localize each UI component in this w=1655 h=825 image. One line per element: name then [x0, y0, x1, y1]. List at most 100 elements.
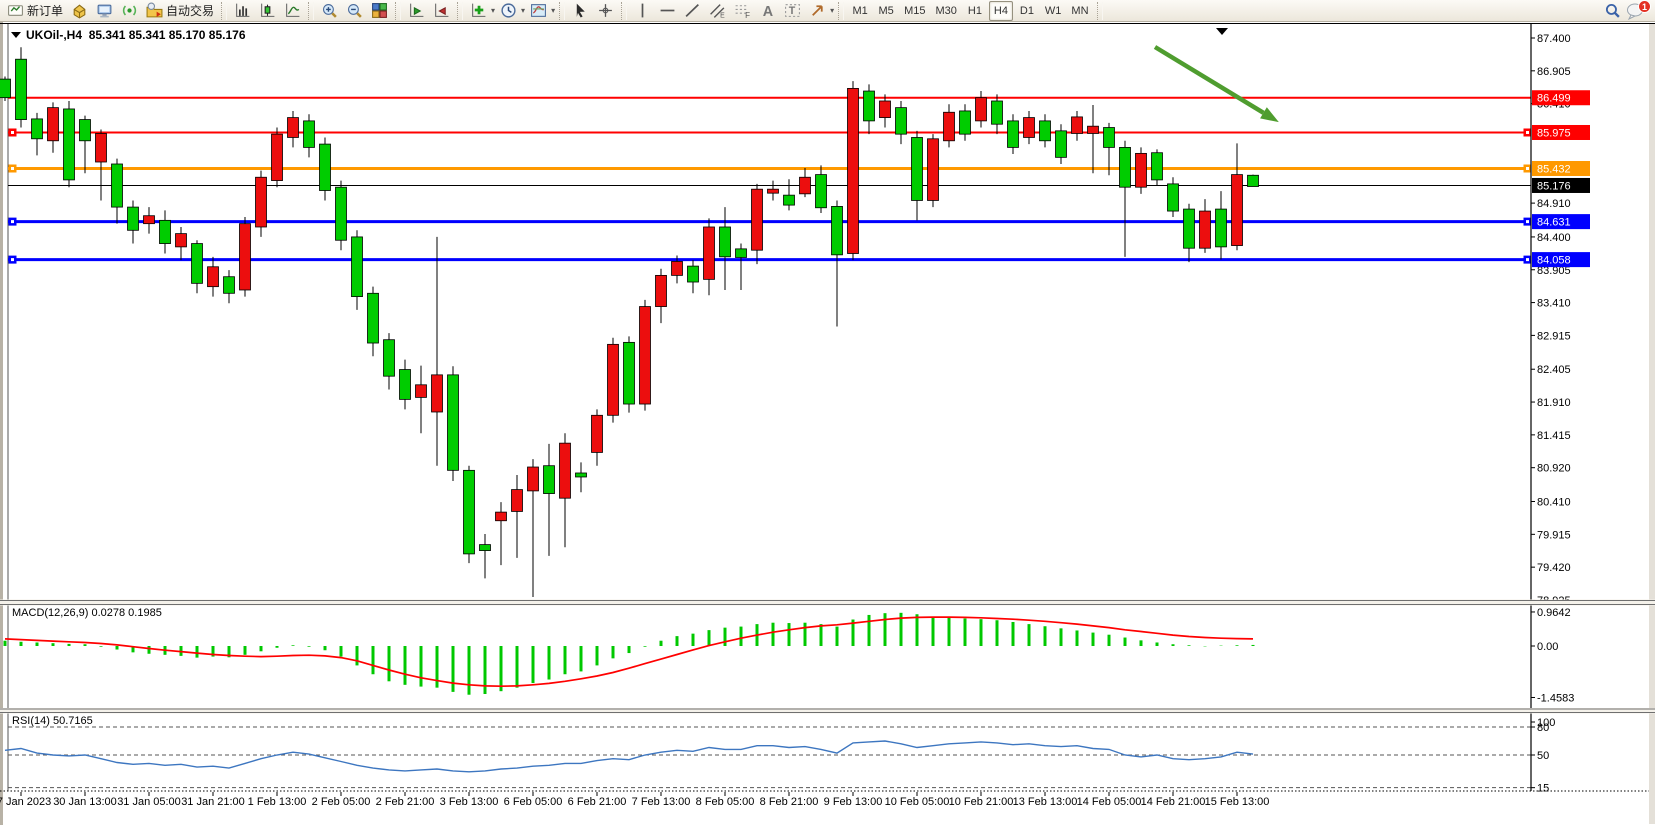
time-axis-label: 10 Feb 05:00	[885, 796, 950, 808]
new-order-button[interactable]: 新订单	[4, 1, 66, 21]
candle-body	[1136, 153, 1147, 187]
timeframe-w1-button[interactable]: W1	[1041, 1, 1066, 21]
candle-body	[1200, 211, 1211, 248]
candle-body	[256, 177, 267, 227]
toolbar-separator	[838, 2, 844, 20]
candle-body	[448, 375, 459, 470]
candle-body	[304, 121, 315, 148]
timeframe-h1-button[interactable]: H1	[963, 1, 987, 21]
candle-body	[1152, 153, 1163, 180]
periods-icon	[500, 2, 517, 19]
price-badge-label: 84.058	[1537, 255, 1571, 267]
tile-windows-button[interactable]	[368, 1, 391, 21]
templates-button-dropdown-icon[interactable]: ▾	[551, 6, 555, 15]
candle-body	[192, 244, 203, 284]
fibonacci-button[interactable]: F	[731, 1, 754, 21]
text-label-button[interactable]: T	[781, 1, 804, 21]
candle-body	[960, 111, 971, 134]
rsi-axis-label: 80	[1537, 722, 1549, 734]
chat-icon[interactable]: 1	[1625, 1, 1649, 21]
templates-button[interactable]	[527, 1, 550, 21]
search-icon[interactable]	[1601, 1, 1624, 21]
timeframe-h4-button[interactable]: H4	[989, 1, 1013, 21]
candle-body	[128, 207, 139, 230]
candle-body	[528, 467, 539, 491]
timeframe-m5-button[interactable]: M5	[874, 1, 898, 21]
market-watch-icon[interactable]	[68, 1, 91, 21]
candle-body	[928, 139, 939, 201]
candle-body	[1168, 184, 1179, 211]
price-tick-label: 81.910	[1537, 397, 1571, 409]
candle-body	[1120, 147, 1131, 187]
auto-scroll-button[interactable]	[405, 1, 428, 21]
candle-body	[912, 137, 923, 200]
zoom-in-button[interactable]	[318, 1, 341, 21]
bar-chart-button[interactable]	[231, 1, 254, 21]
arrows-button[interactable]	[806, 1, 829, 21]
candle-body	[656, 275, 667, 306]
indicators-button-dropdown-icon[interactable]: ▾	[491, 6, 495, 15]
chart-shift-button[interactable]	[430, 1, 453, 21]
chart-window[interactable]: 87.40086.90586.41084.91084.40083.90583.4…	[0, 22, 1655, 825]
timeframe-mn-button[interactable]: MN	[1067, 1, 1092, 21]
time-axis-label: 10 Feb 21:00	[949, 796, 1014, 808]
arrows-button-dropdown-icon[interactable]: ▾	[830, 6, 834, 15]
timeframe-m30-button[interactable]: M30	[932, 1, 961, 21]
macd-axis-label: 0.00	[1537, 641, 1558, 653]
time-axis-label: 6 Feb 05:00	[504, 796, 563, 808]
chart-collapse-icon[interactable]	[11, 32, 21, 38]
horizontal-line-button[interactable]	[656, 1, 679, 21]
mt4-window: 新订单 自动交易 ▾ ▾ ▾ EFAT ▾ M1M5M15M30H1H4D1W1MN 1 87…	[0, 0, 1655, 825]
indicators-button[interactable]	[467, 1, 490, 21]
time-axis-label: 31 Jan 05:00	[117, 796, 181, 808]
time-axis-label: 15 Feb 13:00	[1205, 796, 1270, 808]
timeframe-m1-button[interactable]: M1	[848, 1, 872, 21]
candle-body	[688, 266, 699, 282]
candle-body	[784, 195, 795, 205]
toolbar-group-timeframes: M1M5M15M30H1H4D1W1MN	[847, 0, 1093, 22]
crosshair-icon	[597, 2, 614, 19]
rsi-axis-label: 15	[1537, 783, 1549, 795]
terminal-icon[interactable]	[93, 1, 116, 21]
autotrading-button-label: 自动交易	[166, 2, 214, 19]
line-chart-button[interactable]	[281, 1, 304, 21]
candle-body	[976, 98, 987, 121]
toolbar-separator	[559, 2, 565, 20]
periods-button[interactable]	[497, 1, 520, 21]
candle-body	[0, 79, 11, 98]
text-label-icon: T	[784, 2, 801, 19]
candle-body	[512, 490, 523, 512]
candlestick-button[interactable]	[256, 1, 279, 21]
timeframe-m15-button[interactable]: M15	[900, 1, 929, 21]
auto-scroll-icon	[408, 2, 425, 19]
crosshair-button[interactable]	[594, 1, 617, 21]
price-tick-label: 82.405	[1537, 364, 1571, 376]
zoom-out-button[interactable]	[343, 1, 366, 21]
signals-icon[interactable]	[118, 1, 141, 21]
candle-body	[752, 189, 763, 250]
autotrading-icon	[146, 2, 163, 19]
templates-icon	[530, 2, 547, 19]
toolbar-group-objects: EFAT ▾	[630, 0, 835, 22]
toolbar-group-chart-type	[230, 0, 305, 22]
candle-body	[336, 187, 347, 240]
vertical-line-button[interactable]	[631, 1, 654, 21]
autotrading-button[interactable]: 自动交易	[143, 1, 217, 21]
trendline-button[interactable]	[681, 1, 704, 21]
text-button[interactable]: A	[756, 1, 779, 21]
candle-body	[1072, 117, 1083, 134]
notification-badge[interactable]: 1	[1638, 0, 1651, 13]
timeframe-d1-button[interactable]: D1	[1015, 1, 1039, 21]
equidistant-channel-button[interactable]: E	[706, 1, 729, 21]
cursor-button[interactable]	[569, 1, 592, 21]
zoom-in-icon	[321, 2, 338, 19]
periods-button-dropdown-icon[interactable]: ▾	[521, 6, 525, 15]
price-chart[interactable]: 87.40086.90586.41084.91084.40083.90583.4…	[0, 22, 1655, 825]
candle-body	[400, 370, 411, 400]
candle-body	[768, 189, 779, 193]
candle-body	[800, 177, 811, 194]
horizontal-line-icon	[659, 2, 676, 19]
time-axis-label: 13 Feb 13:00	[1013, 796, 1078, 808]
macd-axis-label: -1.4583	[1537, 692, 1574, 704]
toolbar-group-scroll	[404, 0, 454, 22]
